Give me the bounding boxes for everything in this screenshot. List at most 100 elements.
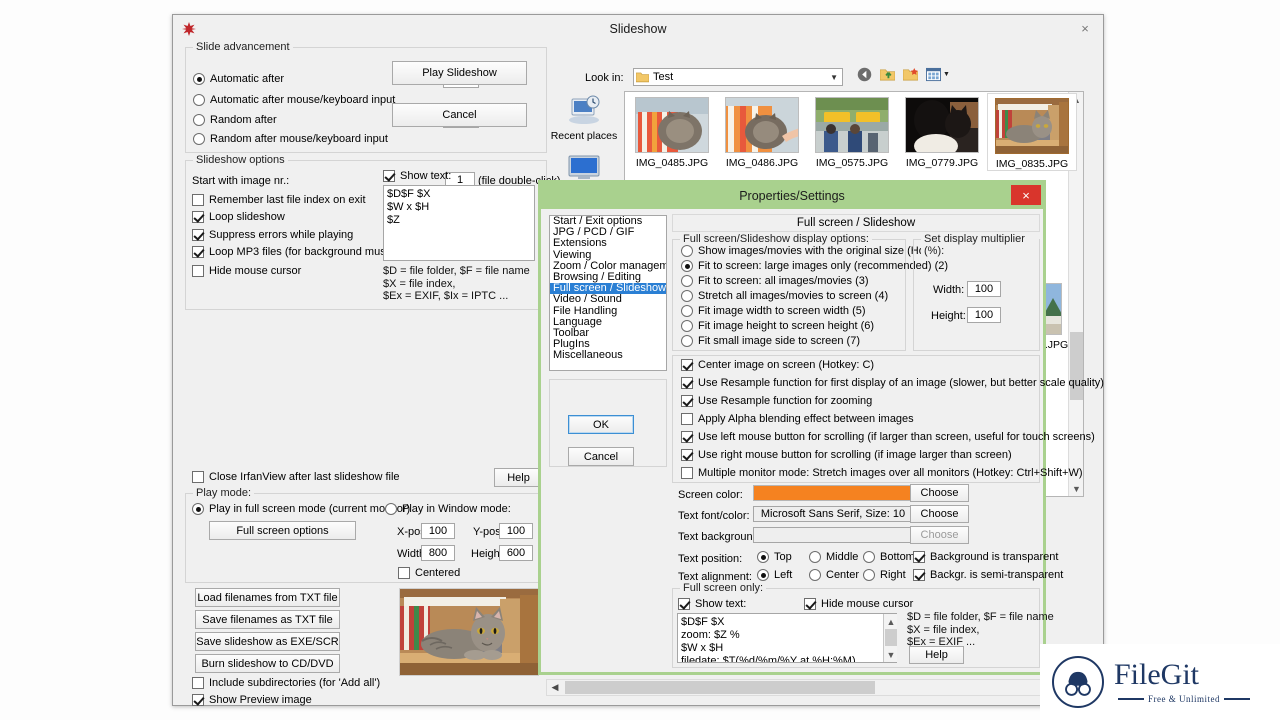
file-item-3[interactable]: IMG_0779.JPG <box>899 97 985 169</box>
multiplier-height-input[interactable]: 100 <box>967 307 1001 323</box>
place-recent-places[interactable]: Recent places <box>548 93 620 142</box>
check-centered[interactable]: Centered <box>398 567 460 579</box>
check-background-semi-transparent[interactable]: Backgr. is semi-transparent <box>913 569 1063 581</box>
check-fullscreen-hide-cursor[interactable]: Hide mouse cursor <box>804 598 913 610</box>
radio-text-position-top[interactable]: Top <box>757 551 792 563</box>
check-loop-slideshow[interactable]: Loop slideshow <box>192 211 285 223</box>
text-font-value[interactable]: Microsoft Sans Serif, Size: 10 <box>753 506 913 522</box>
preview-cat-photo <box>400 589 538 675</box>
radio-random-after[interactable]: Random after <box>193 114 277 126</box>
radio-random-after-input[interactable]: Random after mouse/keyboard input <box>193 133 388 145</box>
load-filenames-button[interactable]: Load filenames from TXT file <box>195 588 340 607</box>
multiplier-width-input[interactable]: 100 <box>967 281 1001 297</box>
check-show-preview-image[interactable]: Show Preview image <box>192 694 312 706</box>
scroll-thumb[interactable] <box>885 629 897 646</box>
file-name: IMG_0485.JPG <box>635 157 709 169</box>
check-loop-mp3[interactable]: Loop MP3 files (for background music) <box>192 246 397 258</box>
file-item-2[interactable]: IMG_0575.JPG <box>809 97 895 169</box>
radio-text-align-center[interactable]: Center <box>809 569 859 581</box>
file-item-0[interactable]: IMG_0485.JPG <box>629 97 715 169</box>
file-name: IMG_0486.JPG <box>725 157 799 169</box>
radio-automatic-after-input[interactable]: Automatic after mouse/keyboard input <box>193 94 395 106</box>
text-font-choose-button[interactable]: Choose <box>910 505 969 523</box>
check-show-text[interactable]: Show text: <box>383 170 451 182</box>
check-remember-last-index[interactable]: Remember last file index on exit <box>192 194 366 206</box>
check-suppress-errors[interactable]: Suppress errors while playing <box>192 229 353 241</box>
radio-text-align-right[interactable]: Right <box>863 569 906 581</box>
save-slideshow-exe-button[interactable]: Save slideshow as EXE/SCR <box>195 632 340 651</box>
radio-label: Fit to screen: large images only (recomm… <box>698 260 949 272</box>
width-input[interactable]: 800 <box>421 545 455 561</box>
checkbox-label: Center image on screen (Hotkey: C) <box>698 359 875 371</box>
text-template-vscrollbar[interactable]: ▲ ▼ <box>883 614 897 662</box>
file-item-1[interactable]: IMG_0486.JPG <box>719 97 805 169</box>
radio-text-position-middle[interactable]: Middle <box>809 551 858 563</box>
fullscreen-text-template[interactable]: $D$F $X zoom: $Z % $W x $H filedate: $T(… <box>677 613 897 663</box>
check-center-image[interactable]: Center image on screen (Hotkey: C) <box>681 359 874 371</box>
radio-dot <box>192 503 204 515</box>
check-hide-mouse-cursor[interactable]: Hide mouse cursor <box>192 265 301 277</box>
scroll-left-arrow[interactable]: ◀ <box>547 680 563 695</box>
radio-text-position-bottom[interactable]: Bottom <box>863 551 915 563</box>
back-icon[interactable] <box>857 67 872 82</box>
screen-color-label: Screen color: <box>678 489 743 501</box>
cancel-button[interactable]: Cancel <box>392 103 527 127</box>
settings-category-list[interactable]: Start / Exit options JPG / PCD / GIF Ext… <box>549 215 667 371</box>
burn-slideshow-button[interactable]: Burn slideshow to CD/DVD <box>195 654 340 673</box>
slideshow-text-template[interactable]: $D$F $X $W x $H $Z <box>383 185 535 261</box>
xpos-input[interactable]: 100 <box>421 523 455 539</box>
radio-fit-width[interactable]: Fit image width to screen width (5) <box>681 305 866 317</box>
radio-fit-height[interactable]: Fit image height to screen height (6) <box>681 320 874 332</box>
check-left-mouse-scroll[interactable]: Use left mouse button for scrolling (if … <box>681 431 1095 443</box>
fullscreen-options-button[interactable]: Full screen options <box>209 521 356 540</box>
check-fullscreen-show-text[interactable]: Show text: <box>678 598 746 610</box>
check-background-transparent[interactable]: Background is transparent <box>913 551 1058 563</box>
scroll-down-arrow[interactable]: ▼ <box>884 647 898 662</box>
ok-button[interactable]: OK <box>568 415 634 434</box>
check-multiple-monitor[interactable]: Multiple monitor mode: Stretch images ov… <box>681 467 1083 479</box>
check-resample-first-display[interactable]: Use Resample function for first display … <box>681 377 1104 389</box>
radio-play-window[interactable]: Play in Window mode: <box>385 503 511 515</box>
radio-fit-large-only[interactable]: Fit to screen: large images only (recomm… <box>681 260 948 272</box>
help-button[interactable]: Help <box>494 468 543 487</box>
radio-automatic-after[interactable]: Automatic after <box>193 73 284 85</box>
desktop-icon <box>568 155 600 179</box>
file-name: IMG_0779.JPG <box>905 157 979 169</box>
check-close-irfanview-after[interactable]: Close IrfanView after last slideshow fil… <box>192 471 400 483</box>
slideshow-close-button[interactable]: × <box>1070 18 1100 38</box>
scroll-thumb[interactable] <box>565 681 875 694</box>
check-include-subdirectories[interactable]: Include subdirectories (for 'Add all') <box>192 677 380 689</box>
height-input[interactable]: 600 <box>499 545 533 561</box>
check-right-mouse-scroll[interactable]: Use right mouse button for scrolling (if… <box>681 449 1012 461</box>
scroll-up-arrow[interactable]: ▲ <box>884 614 898 629</box>
scroll-down-arrow[interactable]: ▼ <box>1069 481 1084 496</box>
fullscreen-help-button[interactable]: Help <box>909 646 964 664</box>
radio-fit-small-side[interactable]: Fit small image side to screen (7) <box>681 335 860 347</box>
text-background-value[interactable] <box>753 527 913 543</box>
properties-close-button[interactable]: × <box>1011 185 1041 205</box>
file-item-4[interactable]: IMG_0835.JPG <box>987 93 1077 171</box>
properties-cancel-button[interactable]: Cancel <box>568 447 634 466</box>
views-icon[interactable]: ▼ <box>926 67 950 82</box>
radio-stretch-all[interactable]: Stretch all images/movies to screen (4) <box>681 290 888 302</box>
category-item-8[interactable]: File Handling <box>550 305 666 317</box>
radio-dot <box>757 551 769 563</box>
check-alpha-blending[interactable]: Apply Alpha blending effect between imag… <box>681 413 914 425</box>
screen-color-choose-button[interactable]: Choose <box>910 484 969 502</box>
save-filenames-button[interactable]: Save filenames as TXT file <box>195 610 340 629</box>
checkbox-label: Hide mouse cursor <box>209 265 302 277</box>
look-in-combo[interactable]: Test ▼ <box>633 68 843 86</box>
bottom-hscrollbar[interactable]: ◀ <box>546 679 1042 696</box>
new-folder-icon[interactable] <box>903 67 918 82</box>
radio-text-align-left[interactable]: Left <box>757 569 792 581</box>
category-item-7[interactable]: Video / Sound <box>550 294 666 305</box>
ypos-input[interactable]: 100 <box>499 523 533 539</box>
category-item-2[interactable]: Extensions <box>550 238 666 249</box>
check-resample-zooming[interactable]: Use Resample function for zooming <box>681 395 872 407</box>
screen-color-swatch[interactable] <box>753 485 913 501</box>
radio-play-fullscreen[interactable]: Play in full screen mode (current monito… <box>192 503 410 515</box>
up-folder-icon[interactable] <box>880 67 895 82</box>
radio-fit-all[interactable]: Fit to screen: all images/movies (3) <box>681 275 869 287</box>
play-slideshow-button[interactable]: Play Slideshow <box>392 61 527 85</box>
category-item-12[interactable]: Miscellaneous <box>550 350 666 361</box>
